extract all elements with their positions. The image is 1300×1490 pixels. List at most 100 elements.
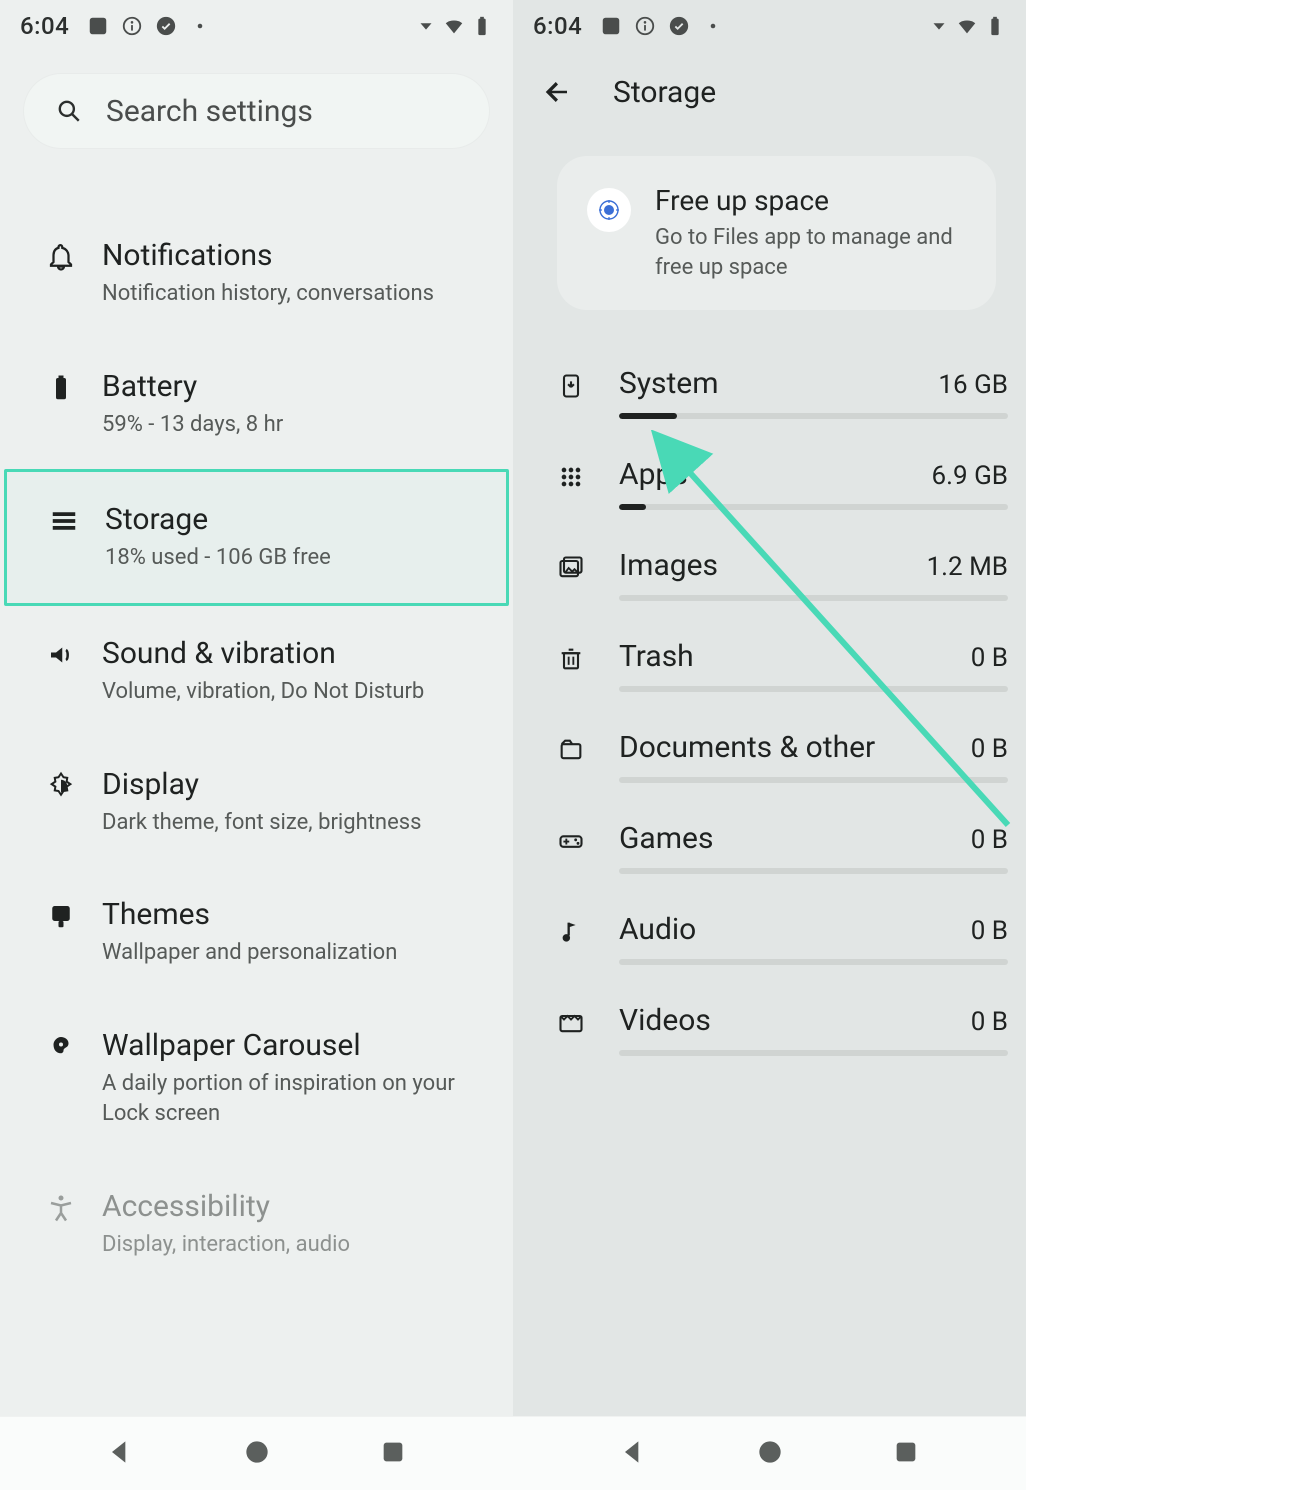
accessibility-icon	[46, 1193, 76, 1223]
settings-item-battery[interactable]: Battery 59% - 13 days, 8 hr	[0, 339, 513, 470]
settings-item-storage[interactable]: Storage18% used - 106 GB free	[4, 469, 509, 606]
nav-recent[interactable]	[377, 1436, 409, 1472]
storage-row-value: 6.9 GB	[932, 461, 1008, 491]
info-icon	[121, 15, 143, 37]
settings-item-wallpaper[interactable]: Wallpaper CarouselA daily portion of ins…	[0, 998, 513, 1158]
app-bar: Storage	[513, 52, 1026, 132]
storage-row-bar	[619, 959, 1008, 965]
storage-row-images[interactable]: Images1.2 MB	[557, 528, 1008, 619]
nav-home[interactable]	[241, 1436, 273, 1472]
settings-item-title: Display	[102, 767, 491, 802]
storage-screen: 6:04 Storage Free up space Go to Files a…	[513, 0, 1026, 1490]
storage-row-bar	[619, 1050, 1008, 1056]
storage-row-value: 0 B	[971, 643, 1008, 673]
settings-item-subtitle: Wallpaper and personalization	[102, 938, 491, 968]
wallpaper-icon	[46, 1032, 76, 1062]
wifi-icon	[956, 15, 978, 37]
settings-list: NotificationsNotification history, conve…	[0, 158, 513, 1289]
nav-back[interactable]	[617, 1436, 649, 1472]
storage-row-title: Trash	[619, 639, 694, 674]
battery-icon	[984, 15, 1006, 37]
dot-icon	[189, 15, 211, 37]
storage-row-documents[interactable]: Documents & other0 B	[557, 710, 1008, 801]
settings-item-title: Storage	[105, 502, 484, 537]
storage-row-bar	[619, 413, 1008, 419]
triangle-down-icon	[928, 15, 950, 37]
storage-row-audio[interactable]: Audio 0 B	[557, 892, 1008, 983]
storage-row-bar	[619, 686, 1008, 692]
storage-row-bar	[619, 504, 1008, 510]
free-up-space-card[interactable]: Free up space Go to Files app to manage …	[557, 156, 996, 310]
nav-bar	[0, 1416, 513, 1490]
settings-item-display[interactable]: DisplayDark theme, font size, brightness	[0, 737, 513, 868]
battery-icon	[46, 373, 76, 403]
storage-row-bar	[619, 777, 1008, 783]
check-circle-icon	[668, 15, 690, 37]
storage-row-title: Videos	[619, 1003, 711, 1038]
nav-bar	[513, 1416, 1026, 1490]
search-icon	[56, 98, 82, 124]
back-button[interactable]	[537, 72, 577, 112]
page-title: Storage	[613, 75, 716, 110]
dot-icon	[702, 15, 724, 37]
status-icon-generic	[600, 15, 622, 37]
card-desc: Go to Files app to manage and free up sp…	[655, 223, 966, 282]
themes-icon	[46, 901, 76, 931]
storage-rows: System 16 GB Apps 6.9 GB Images1.2 MB Trash 0 …	[513, 346, 1026, 1074]
storage-row-title: System	[619, 366, 719, 401]
wifi-icon	[443, 15, 465, 37]
card-title: Free up space	[655, 184, 966, 217]
storage-row-value: 0 B	[971, 916, 1008, 946]
storage-row-system[interactable]: System 16 GB	[557, 346, 1008, 437]
settings-item-subtitle: Display, interaction, audio	[102, 1230, 491, 1260]
settings-item-title: Accessibility	[102, 1189, 491, 1224]
storage-row-value: 16 GB	[938, 370, 1008, 400]
storage-row-title: Audio	[619, 912, 696, 947]
notifications-icon	[46, 242, 76, 272]
settings-item-subtitle: 59% - 13 days, 8 hr	[102, 410, 491, 440]
settings-item-title: Notifications	[102, 238, 491, 273]
arrow-back-icon	[542, 77, 572, 107]
nav-home[interactable]	[754, 1436, 786, 1472]
settings-item-subtitle: Volume, vibration, Do Not Disturb	[102, 677, 491, 707]
settings-item-accessibility[interactable]: Accessibility Display, interaction, audio	[0, 1159, 513, 1290]
battery-icon	[471, 15, 493, 37]
search-settings[interactable]: Search settings	[24, 74, 489, 148]
search-placeholder: Search settings	[106, 94, 313, 129]
check-circle-icon	[155, 15, 177, 37]
sound-icon	[46, 640, 76, 670]
status-time: 6:04	[533, 12, 582, 40]
videos-icon	[557, 1009, 585, 1037]
games-icon	[557, 827, 585, 855]
storage-row-videos[interactable]: Videos 0 B	[557, 983, 1008, 1074]
settings-item-notifications[interactable]: NotificationsNotification history, conve…	[0, 208, 513, 339]
storage-row-value: 0 B	[971, 825, 1008, 855]
apps-icon	[557, 463, 585, 491]
storage-row-title: Apps	[619, 457, 688, 492]
storage-row-trash[interactable]: Trash 0 B	[557, 619, 1008, 710]
storage-row-value: 0 B	[971, 1007, 1008, 1037]
images-icon	[557, 554, 585, 582]
status-time: 6:04	[20, 12, 69, 40]
storage-row-title: Games	[619, 821, 713, 856]
status-bar: 6:04	[513, 0, 1026, 52]
storage-row-apps[interactable]: Apps 6.9 GB	[557, 437, 1008, 528]
trash-icon	[557, 645, 585, 673]
settings-item-subtitle: A daily portion of inspiration on your L…	[102, 1069, 491, 1128]
settings-item-sound[interactable]: Sound & vibrationVolume, vibration, Do N…	[0, 606, 513, 737]
settings-screen: 6:04 Search settings NotificationsNotifi…	[0, 0, 513, 1490]
system-icon	[557, 372, 585, 400]
documents-icon	[557, 736, 585, 764]
display-icon	[46, 771, 76, 801]
settings-item-title: Battery	[102, 369, 491, 404]
storage-row-bar	[619, 868, 1008, 874]
audio-icon	[557, 918, 585, 946]
nav-back[interactable]	[104, 1436, 136, 1472]
info-icon	[634, 15, 656, 37]
triangle-down-icon	[415, 15, 437, 37]
settings-item-themes[interactable]: ThemesWallpaper and personalization	[0, 867, 513, 998]
storage-row-title: Documents & other	[619, 730, 875, 765]
nav-recent[interactable]	[890, 1436, 922, 1472]
storage-row-games[interactable]: Games 0 B	[557, 801, 1008, 892]
status-icon-generic	[87, 15, 109, 37]
